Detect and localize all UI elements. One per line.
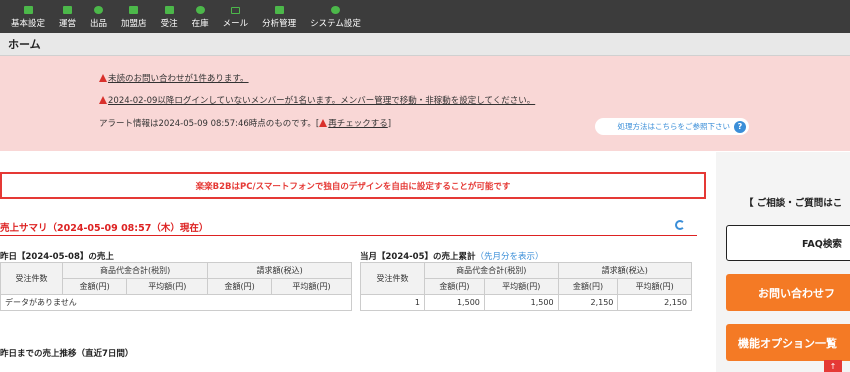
alert-unread-inquiry-link[interactable]: 未読のお問い合わせが1件あります。: [108, 74, 249, 84]
warning-icon: [99, 96, 107, 104]
nav-item-label: 運営: [59, 19, 77, 29]
store-icon: [129, 6, 139, 14]
col-average: 平均額(円): [483, 278, 559, 295]
contact-form-button[interactable]: お問い合わせフ: [726, 274, 850, 311]
nav-item-label: 出品: [90, 19, 108, 29]
col-billing: 請求額(税込): [557, 262, 693, 279]
alert-panel: 未読のお問い合わせが1件あります。 2024-02-09以降ログインしていないメ…: [0, 56, 850, 151]
nav-item-label: 分析管理: [262, 19, 297, 29]
nav-item-label: 在庫: [191, 19, 209, 29]
top-nav: 基本設定 運営 出品 加盟店 受注 在庫 メール 分析管理 システム設定: [0, 0, 850, 33]
refresh-icon[interactable]: [675, 220, 685, 230]
col-average: 平均額(円): [270, 278, 353, 295]
divider: [0, 235, 697, 236]
col-average: 平均額(円): [617, 278, 692, 295]
cell-product-amount: 1,500: [424, 294, 485, 311]
col-billing: 請求額(税込): [207, 262, 352, 279]
col-amount: 金額(円): [557, 278, 619, 295]
nav-item-label: メール: [222, 19, 249, 29]
weekly-trend-title: 昨日までの売上推移（直近7日間）: [0, 349, 134, 359]
nav-item-label: 加盟店: [121, 19, 147, 29]
table-row: 1 1,500 1,500 2,150 2,150: [360, 294, 692, 311]
feature-options-button[interactable]: 機能オプション一覧: [726, 324, 850, 361]
col-average: 平均額(円): [126, 278, 209, 295]
mail-icon: [230, 7, 240, 14]
sliders-icon: [23, 6, 33, 14]
nav-item-analytics[interactable]: 分析管理: [255, 0, 303, 33]
nav-item-inventory[interactable]: 在庫: [185, 0, 216, 33]
col-amount: 金額(円): [61, 278, 128, 295]
nav-item-basic-settings[interactable]: 基本設定: [4, 0, 52, 33]
col-amount: 金額(円): [207, 278, 272, 295]
month-sales-title-text: 当月【2024-05】の売上累計: [360, 252, 476, 262]
tag-icon: [94, 6, 104, 14]
month-sales-table: 受注件数 商品代金合計(税別) 請求額(税込) 金額(円) 平均額(円) 金額(…: [360, 262, 693, 311]
nav-item-label: 受注: [160, 19, 178, 29]
promo-banner-text: 楽楽B2BはPC/スマートフォンで独自のデザインを自由に設定することが可能です: [195, 181, 511, 192]
alert-timestamp-text: アラート情報は2024-05-09 08:57:46時点のものです。[: [99, 119, 320, 129]
promo-banner[interactable]: 楽楽B2BはPC/スマートフォンで独自のデザインを自由に設定することが可能です: [0, 172, 706, 199]
nav-item-mail[interactable]: メール: [216, 0, 256, 33]
nav-item-label: 基本設定: [11, 19, 46, 29]
cell-orders: 1: [360, 294, 425, 311]
cell-billing-average: 2,150: [617, 294, 692, 311]
box-icon: [195, 6, 205, 14]
cart-icon: [164, 6, 174, 14]
alert-unread-inquiry: 未読のお問い合わせが1件あります。: [99, 72, 249, 84]
scroll-top-button[interactable]: ↑: [824, 360, 842, 372]
breadcrumb: ホーム: [0, 33, 850, 56]
warning-icon: [99, 74, 107, 82]
document-icon: [63, 6, 73, 14]
yesterday-sales-title: 昨日【2024-05-08】の売上: [0, 252, 114, 262]
sales-summary-title: 売上サマリ（2024-05-09 08:57（木）現在）: [0, 223, 209, 234]
recheck-link[interactable]: 再チェックする: [328, 119, 388, 129]
nav-item-label: システム設定: [310, 19, 361, 29]
nav-item-operations[interactable]: 運営: [52, 0, 83, 33]
nav-item-listing[interactable]: 出品: [83, 0, 114, 33]
warning-icon: [319, 119, 328, 127]
col-amount: 金額(円): [424, 278, 485, 295]
yesterday-sales-table: 受注件数 商品代金合計(税別) 請求額(税込) 金額(円) 平均額(円) 金額(…: [0, 262, 353, 311]
col-product-total: 商品代金合計(税別): [61, 262, 209, 279]
nav-item-orders[interactable]: 受注: [154, 0, 185, 33]
table-row: データがありません: [0, 294, 352, 311]
cell-billing-amount: 2,150: [557, 294, 619, 311]
question-icon: ?: [734, 120, 746, 133]
cell-product-average: 1,500: [483, 294, 559, 311]
alert-inactive-member: 2024-02-09以降ログインしていないメンバーが1名います。メンバー管理で移…: [99, 94, 535, 106]
chart-icon: [274, 6, 284, 14]
alert-inactive-member-link[interactable]: 2024-02-09以降ログインしていないメンバーが1名います。メンバー管理で移…: [108, 96, 535, 106]
alert-timestamp-suffix: ]: [387, 119, 392, 129]
page-title: ホーム: [8, 38, 41, 51]
nav-item-merchants[interactable]: 加盟店: [114, 0, 154, 33]
gear-icon: [331, 6, 340, 14]
col-product-total: 商品代金合計(税別): [424, 262, 559, 279]
alert-timestamp: アラート情報は2024-05-09 08:57:46時点のものです。[ 再チェック…: [99, 117, 391, 129]
col-orders: 受注件数: [0, 262, 63, 295]
prev-month-link[interactable]: （先月分を表示）: [476, 252, 544, 262]
month-sales-title: 当月【2024-05】の売上累計（先月分を表示）: [360, 250, 544, 262]
empty-message: データがありません: [0, 294, 352, 311]
help-link[interactable]: 処理方法はこちらをご参照下さい ?: [595, 118, 749, 135]
help-link-text: 処理方法はこちらをご参照下さい: [617, 122, 731, 131]
support-heading: 【 ご相談・ご質問はこ: [744, 198, 843, 209]
faq-search-button[interactable]: FAQ検索: [726, 225, 850, 261]
nav-item-system-settings[interactable]: システム設定: [303, 0, 368, 33]
col-orders: 受注件数: [360, 262, 425, 295]
